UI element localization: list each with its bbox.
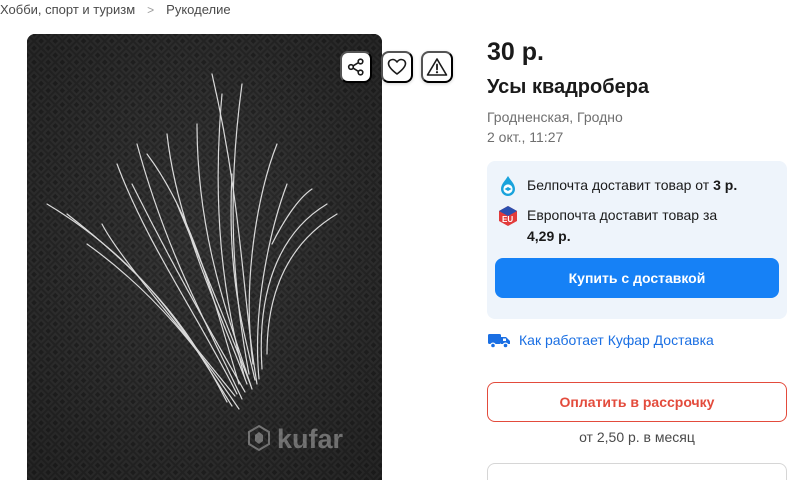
belpost-text: Белпочта доставит товар от <box>527 177 710 193</box>
buy-with-delivery-button[interactable]: Купить с доставкой <box>495 258 779 298</box>
share-button[interactable] <box>340 51 372 83</box>
listing-photo[interactable]: kufar <box>27 34 382 480</box>
belpost-delivery-row: Белпочта доставит товар от 3 р. <box>497 175 737 197</box>
favorite-button[interactable] <box>381 51 413 83</box>
heart-icon <box>387 58 407 75</box>
europost-text: Европочта доставит товар за <box>527 207 718 223</box>
listing-image: kufar <box>27 34 382 480</box>
belpost-amount: 3 р. <box>713 177 738 193</box>
delivery-truck-icon <box>488 334 510 349</box>
how-kufar-delivery-works-link[interactable]: Как работает Куфар Доставка <box>487 330 714 350</box>
listing-price: 30 р. <box>487 38 544 66</box>
listing-title: Усы квадробера <box>487 76 650 98</box>
report-button[interactable] <box>421 51 453 83</box>
installment-note: от 2,50 р. в месяц <box>579 429 695 445</box>
breadcrumb-separator: > <box>147 2 155 17</box>
europost-amount: 4,29 р. <box>527 228 571 244</box>
breadcrumb-item-hobby[interactable]: Хобби, спорт и туризм <box>0 2 135 17</box>
next-action-card[interactable] <box>487 463 787 480</box>
europost-logo-icon: EU <box>499 206 517 226</box>
europost-delivery-row: EU Европочта доставит товар за 4,29 р. <box>497 205 767 247</box>
listing-date: 2 окт., 11:27 <box>487 129 564 145</box>
delivery-card: Белпочта доставит товар от 3 р. EU Европ… <box>487 161 787 319</box>
breadcrumb: Хобби, спорт и туризм > Рукоделие <box>0 2 231 17</box>
share-icon <box>347 58 364 76</box>
pay-in-installments-button[interactable]: Оплатить в рассрочку <box>487 382 787 422</box>
how-link-label: Как работает Куфар Доставка <box>519 332 714 348</box>
warning-icon <box>426 58 448 76</box>
breadcrumb-item-handicraft[interactable]: Рукоделие <box>166 2 230 17</box>
watermark-text: kufar <box>277 424 344 454</box>
svg-text:EU: EU <box>502 215 513 224</box>
belpost-logo-icon <box>501 176 515 196</box>
listing-location: Гродненская, Гродно <box>487 109 623 125</box>
